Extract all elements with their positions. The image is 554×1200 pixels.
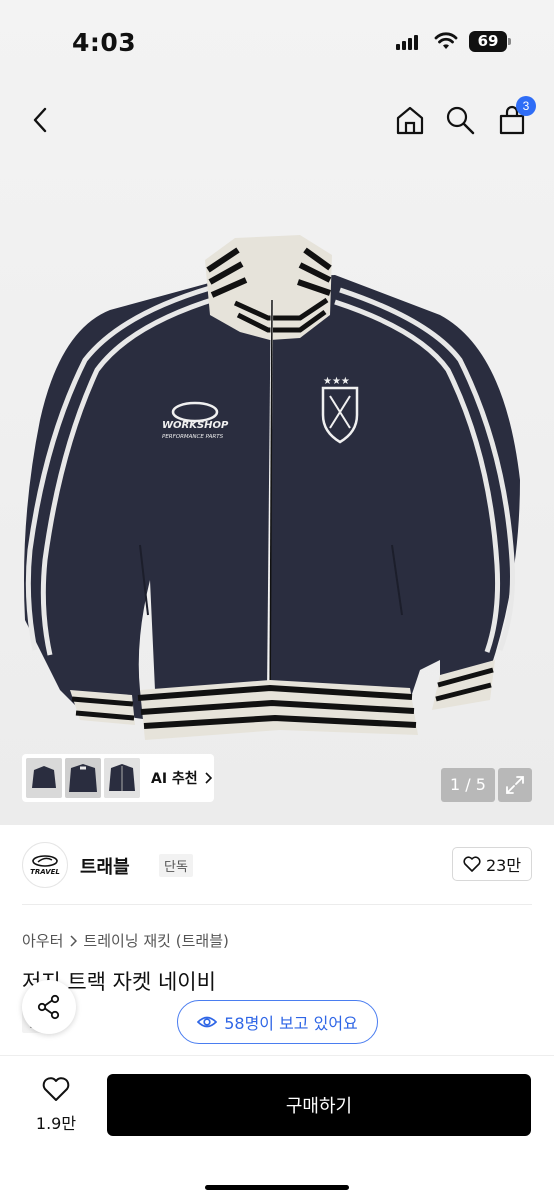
chevron-left-icon [33, 107, 47, 133]
status-time: 4:03 [72, 28, 137, 57]
wifi-icon [434, 32, 458, 49]
product-jacket-image[interactable]: WORKSHOP PERFORMANCE PARTS ★★★ [0, 220, 554, 750]
brand-row: TRAVEL 트래블 단독 23만 [22, 842, 532, 888]
viewers-indicator[interactable]: 58명이 보고 있어요 [177, 1000, 378, 1044]
thumbnail-image[interactable] [104, 758, 140, 798]
breadcrumb-category[interactable]: 아우터 [22, 930, 63, 951]
breadcrumb-subcategory[interactable]: 트레이닝 재킷 (트래블) [83, 930, 228, 951]
brand-logo[interactable]: TRAVEL [22, 842, 68, 888]
brand-logo-mark [32, 854, 58, 867]
eye-icon [197, 1016, 218, 1028]
search-icon [446, 106, 475, 135]
cart-button[interactable]: 3 [492, 96, 536, 140]
thumbnail-image[interactable] [65, 758, 101, 798]
expand-icon [506, 776, 524, 794]
viewers-text: 58명이 보고 있어요 [224, 1014, 358, 1033]
home-indicator [205, 1185, 349, 1190]
wishlist-count: 1.9만 [35, 1114, 77, 1133]
expand-button[interactable] [498, 768, 532, 802]
ai-recommend-button[interactable]: AI 추천 [151, 768, 212, 788]
bottom-action-bar: 1.9만 구매하기 [0, 1055, 554, 1200]
chevron-right-icon [205, 772, 212, 784]
back-button[interactable] [20, 100, 60, 140]
wishlist-button[interactable]: 1.9만 [30, 1076, 82, 1134]
buy-button[interactable]: 구매하기 [107, 1074, 531, 1136]
share-icon [37, 994, 60, 1020]
brand-like-count: 23만 [485, 856, 522, 875]
brand-like-button[interactable]: 23만 [452, 847, 532, 881]
brand-logo-text: TRAVEL [30, 867, 60, 876]
brand-exclusive-tag: 단독 [159, 854, 193, 877]
share-button[interactable] [22, 980, 76, 1034]
brand-name[interactable]: 트래블 [80, 853, 130, 879]
cart-count-badge: 3 [516, 96, 536, 116]
home-button[interactable] [390, 100, 430, 140]
divider [22, 904, 532, 905]
breadcrumb: 아우터 트레이닝 재킷 (트래블) [22, 930, 229, 951]
battery-indicator: 69 [469, 31, 511, 52]
heart-icon [42, 1077, 70, 1101]
heart-icon [463, 856, 481, 872]
thumbnail-image[interactable] [26, 758, 62, 798]
jacket-logo-text: WORKSHOP [162, 420, 229, 431]
ai-recommend-label: AI 추천 [151, 771, 198, 787]
thumbnail-strip: AI 추천 [22, 754, 214, 802]
image-counter: 1 / 5 [441, 768, 495, 802]
chevron-right-icon [70, 934, 78, 947]
jacket-logo-subtext: PERFORMANCE PARTS [162, 434, 224, 440]
svg-text:★★★: ★★★ [323, 376, 350, 387]
search-button[interactable] [440, 100, 480, 140]
status-bar: 4:03 69 [0, 0, 554, 82]
signal-icon [396, 34, 422, 50]
home-icon [396, 106, 424, 135]
product-image-area: 4:03 69 3 WORKSHOP PERFORMANCE PARTS ★★★… [0, 0, 554, 825]
